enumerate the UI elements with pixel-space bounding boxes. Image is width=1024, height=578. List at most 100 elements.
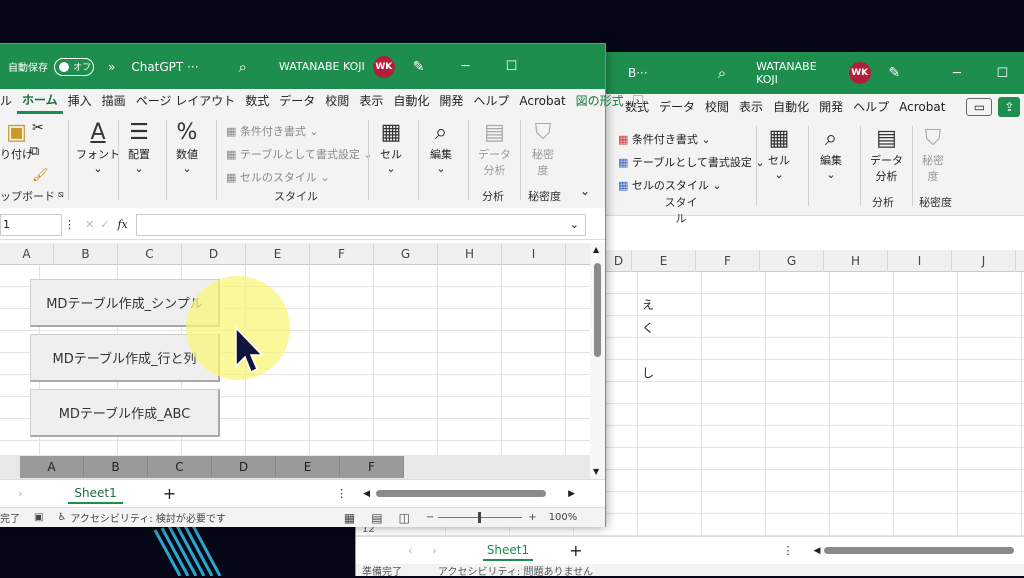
column-header[interactable]: C xyxy=(118,242,182,265)
zoom-slider-thumb[interactable] xyxy=(478,512,482,523)
column-header[interactable]: A xyxy=(20,456,84,478)
scroll-tabs-icon[interactable]: › xyxy=(632,95,643,108)
copy-icon[interactable]: ⧉ xyxy=(30,144,39,159)
scroll-left-icon[interactable]: ◀ xyxy=(814,546,821,556)
data-analysis-button[interactable]: ▤ データ 分析 xyxy=(478,120,511,178)
align-button[interactable]: ☰ 配置 ⌄ xyxy=(128,120,150,175)
tab-draw[interactable]: 描画 xyxy=(97,89,131,114)
sensitivity-button[interactable]: ⛉ 秘密 度 xyxy=(532,120,554,178)
add-sheet-icon[interactable]: + xyxy=(163,484,176,503)
next-sheet-icon[interactable]: › xyxy=(432,544,436,557)
tab-developer[interactable]: 開発 xyxy=(814,95,848,120)
column-header[interactable]: F xyxy=(310,242,374,265)
zoom-out-icon[interactable]: − xyxy=(426,512,434,523)
scissors-icon[interactable]: ✂ xyxy=(32,120,44,136)
tab-data[interactable]: データ xyxy=(274,89,320,114)
more-icon[interactable]: ⋮ xyxy=(64,218,75,231)
more-icon[interactable]: ⋮ xyxy=(783,544,794,557)
page-layout-icon[interactable]: ▤ xyxy=(371,511,382,525)
cell-style-button[interactable]: ▦ セルのスタイル ⌄ xyxy=(226,166,373,189)
accessibility-status[interactable]: アクセシビリティ: 問題ありません xyxy=(438,563,593,578)
column-header[interactable]: G xyxy=(760,249,824,272)
autosave-toggle[interactable]: オフ xyxy=(54,57,94,76)
cond-format-button[interactable]: ▦ 条件付き書式 ⌄ xyxy=(226,120,373,143)
zoom-level[interactable]: 100% xyxy=(549,512,578,523)
column-header[interactable]: J xyxy=(952,249,1016,272)
tab-automate[interactable]: 自動化 xyxy=(388,89,434,114)
column-header[interactable]: D xyxy=(212,456,276,478)
edit-button[interactable]: ⌕ 編集 ⌄ xyxy=(430,120,452,175)
zoom-slider[interactable] xyxy=(438,512,523,523)
column-header[interactable]: F xyxy=(340,456,404,478)
formula-input[interactable] xyxy=(135,213,586,236)
collapse-ribbon-icon[interactable]: ⌄ xyxy=(580,184,590,198)
tab-developer[interactable]: 開発 xyxy=(434,89,468,114)
column-header[interactable]: C xyxy=(148,456,212,478)
maximize-icon[interactable]: ☐ xyxy=(489,59,535,74)
enter-icon[interactable]: ✓ xyxy=(100,218,109,231)
tab-help[interactable]: ヘルプ xyxy=(468,89,514,114)
scroll-right-icon[interactable]: ▶ xyxy=(568,489,575,499)
zoom-in-icon[interactable]: + xyxy=(528,512,536,523)
comment-icon[interactable]: ▭ xyxy=(966,98,993,116)
minimize-icon[interactable]: ─ xyxy=(934,66,979,81)
pen-icon[interactable]: ✎ xyxy=(889,65,901,81)
sheet-tab[interactable]: Sheet1 xyxy=(68,484,123,504)
column-header[interactable]: B xyxy=(54,242,118,265)
page-break-icon[interactable]: ◫ xyxy=(399,511,410,525)
column-header[interactable]: H xyxy=(438,242,502,265)
accessibility-status[interactable]: アクセシビリティ: 検討が必要です xyxy=(70,510,225,525)
tab-formulas[interactable]: 数式 xyxy=(240,89,274,114)
data-analysis-button[interactable]: ▤ データ 分析 xyxy=(870,126,903,184)
add-sheet-icon[interactable]: + xyxy=(569,541,582,560)
horizontal-scrollbar[interactable] xyxy=(376,490,547,497)
tab-acrobat[interactable]: Acrobat xyxy=(514,89,570,114)
tab-view[interactable]: 表示 xyxy=(354,89,388,114)
pen-icon[interactable]: ✎ xyxy=(413,59,425,75)
horizontal-scrollbar[interactable] xyxy=(824,547,1015,554)
column-header[interactable]: H xyxy=(824,249,888,272)
scroll-left-icon[interactable]: ◀ xyxy=(363,489,370,499)
column-header[interactable]: D xyxy=(182,242,246,265)
avatar[interactable]: WK xyxy=(372,55,395,78)
tab-data[interactable]: データ xyxy=(654,95,700,120)
column-header[interactable]: D xyxy=(606,249,632,272)
search-icon[interactable]: ⌕ xyxy=(718,64,726,82)
tab-help[interactable]: ヘルプ xyxy=(848,95,894,120)
more-icon[interactable]: » xyxy=(108,60,115,74)
macro-button-abc[interactable]: MDテーブル作成_ABC xyxy=(30,389,220,437)
dialog-launcher-icon[interactable]: ⧅ xyxy=(58,190,64,200)
name-box[interactable]: 1 xyxy=(0,213,62,236)
tab-file[interactable]: ル xyxy=(0,89,17,114)
column-header[interactable]: I xyxy=(888,249,952,272)
share-icon[interactable]: ⇪ xyxy=(998,97,1021,117)
cell-button[interactable]: ▦ セル ⌄ xyxy=(768,126,790,181)
number-button[interactable]: % 数値 ⌄ xyxy=(176,120,198,175)
tab-automate[interactable]: 自動化 xyxy=(768,95,814,120)
chevron-down-icon[interactable]: ⌄ xyxy=(570,218,579,231)
tab-page-layout[interactable]: ページ レイアウト xyxy=(131,89,241,114)
tab-review[interactable]: 校閲 xyxy=(320,89,354,114)
tab-review[interactable]: 校閲 xyxy=(700,95,734,120)
column-header[interactable]: E xyxy=(276,456,340,478)
tab-acrobat[interactable]: Acrobat xyxy=(894,95,950,120)
search-icon[interactable]: ⌕ xyxy=(239,58,247,76)
normal-view-icon[interactable]: ▦ xyxy=(344,511,355,525)
tab-shape-format[interactable]: 図の形式 xyxy=(571,89,629,114)
scroll-thumb[interactable] xyxy=(594,263,601,357)
edit-button[interactable]: ⌕ 編集 ⌄ xyxy=(820,126,842,181)
paste-button[interactable]: ▣ り付け xyxy=(0,120,33,162)
cancel-icon[interactable]: ✕ xyxy=(85,218,94,231)
tab-home[interactable]: ホーム xyxy=(17,89,63,114)
format-painter-icon[interactable]: 🖌 xyxy=(32,168,49,183)
column-header[interactable]: E xyxy=(632,249,696,272)
column-header[interactable]: B xyxy=(84,456,148,478)
vertical-scrollbar[interactable]: ▲ ▼ xyxy=(590,243,605,479)
next-sheet-icon[interactable]: › xyxy=(18,487,22,500)
column-header[interactable]: G xyxy=(374,242,438,265)
sensitivity-button[interactable]: ⛉ 秘密 度 xyxy=(922,126,944,184)
scroll-down-icon[interactable]: ▼ xyxy=(593,467,599,476)
table-format-button[interactable]: ▦ テーブルとして書式設定 ⌄ xyxy=(226,143,373,166)
prev-sheet-icon[interactable]: ‹ xyxy=(408,544,412,557)
column-header[interactable]: I xyxy=(502,242,566,265)
